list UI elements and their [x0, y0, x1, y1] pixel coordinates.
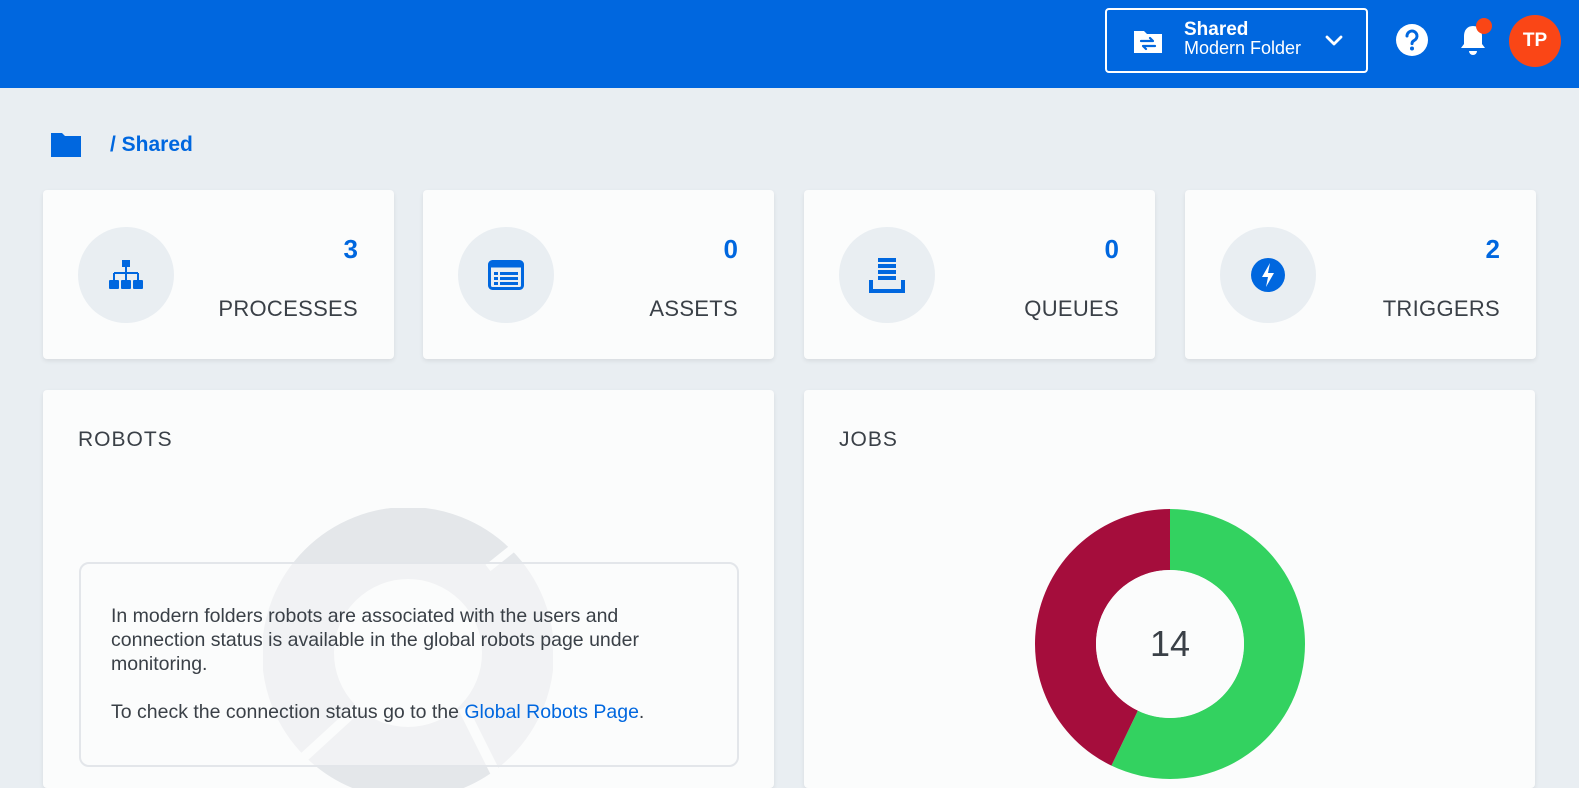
user-avatar[interactable]: TP — [1509, 15, 1561, 67]
jobs-title: JOBS — [839, 428, 898, 451]
folder-icon[interactable] — [50, 130, 82, 158]
folder-switch-icon — [1134, 31, 1162, 53]
jobs-panel: JOBS 14 — [804, 390, 1535, 788]
folder-type: Modern Folder — [1184, 38, 1302, 58]
chevron-down-icon — [1325, 35, 1343, 46]
breadcrumb-current[interactable]: / Shared — [110, 133, 193, 157]
triggers-card[interactable]: 2 TRIGGERS — [1185, 190, 1536, 359]
folder-switcher[interactable]: Shared Modern Folder — [1105, 8, 1368, 73]
triggers-label: TRIGGERS — [1382, 296, 1500, 321]
assets-label: ASSETS — [649, 296, 738, 321]
queues-label: QUEUES — [1024, 296, 1119, 321]
assets-card[interactable]: 0 ASSETS — [423, 190, 774, 359]
jobs-donut-chart: 14 — [1035, 509, 1305, 779]
queues-count: 0 — [1104, 234, 1119, 264]
queue-stack-icon — [869, 258, 905, 293]
jobs-total-label: 14 — [1150, 623, 1190, 664]
processes-count: 3 — [343, 234, 358, 264]
robots-info-note: In modern folders robots are associated … — [79, 562, 739, 767]
top-bar: Shared Modern Folder TP — [0, 0, 1579, 88]
help-icon[interactable] — [1395, 23, 1429, 57]
triggers-count: 2 — [1485, 234, 1500, 264]
breadcrumb: / Shared — [50, 130, 193, 158]
robots-note-link-line: To check the connection status go to the… — [111, 701, 645, 723]
processes-card[interactable]: 3 PROCESSES — [43, 190, 394, 359]
robots-note-text: In modern folders robots are associated … — [111, 605, 639, 675]
queues-card[interactable]: 0 QUEUES — [804, 190, 1155, 359]
list-card-icon — [488, 260, 524, 290]
processes-label: PROCESSES — [218, 296, 358, 321]
global-robots-page-link[interactable]: Global Robots Page — [464, 701, 639, 723]
assets-count: 0 — [723, 234, 738, 264]
robots-title: ROBOTS — [78, 428, 173, 451]
lightning-icon — [1251, 258, 1285, 292]
notification-badge — [1476, 18, 1492, 34]
folder-name: Shared — [1184, 19, 1249, 40]
robots-panel: ROBOTS In modern folders robots are asso… — [43, 390, 774, 788]
sitemap-icon — [109, 260, 143, 289]
